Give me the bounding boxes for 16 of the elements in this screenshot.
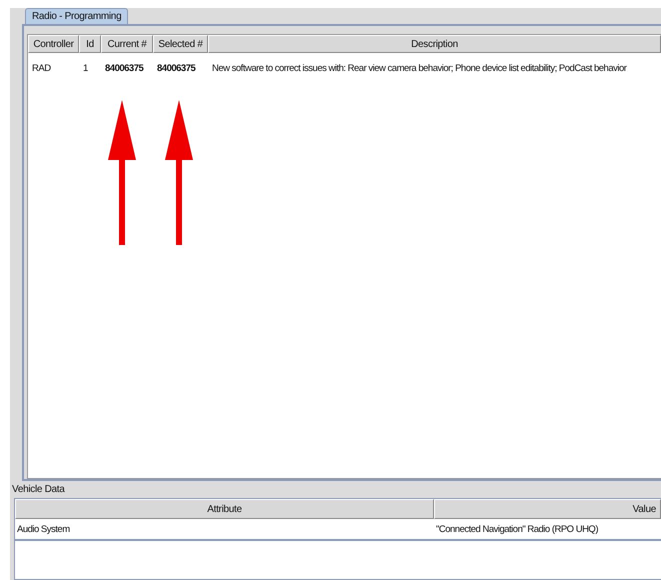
column-header[interactable]: Description — [208, 35, 661, 53]
column-header[interactable]: Controller — [28, 35, 79, 53]
table-cell-text: 1 — [82, 62, 89, 76]
table-cell-text: 84006375 — [104, 62, 144, 76]
column-header[interactable]: Attribute — [15, 499, 434, 519]
table-cell-text: Audio System — [16, 522, 71, 536]
column-header[interactable]: Id — [79, 35, 101, 53]
tab[interactable]: Radio - Programming — [25, 8, 128, 24]
column-header[interactable]: Selected # — [153, 35, 208, 53]
section-title: Vehicle Data — [11, 484, 66, 497]
column-header[interactable]: Current # — [101, 35, 153, 53]
table-cell-text: 84006375 — [156, 62, 196, 76]
table-cell-text: New software to correct issues with: Rear view camera behavior; Phone device list editability; PodCast behavior — [211, 62, 628, 76]
table-cell-text: "Connected Navigation" Radio (RPO UHQ) — [435, 522, 599, 536]
column-header[interactable]: Value — [434, 499, 661, 519]
table-cell-text: RAD — [31, 62, 52, 76]
